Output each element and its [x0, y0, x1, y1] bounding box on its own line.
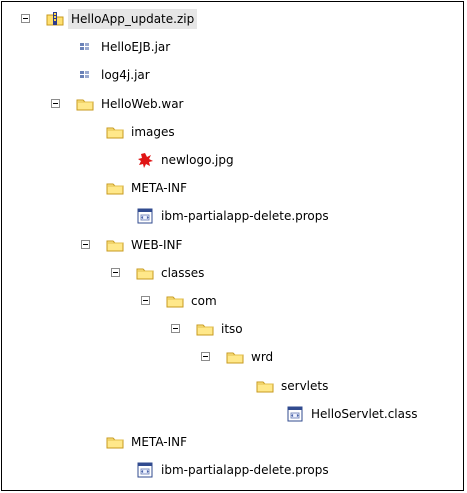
collapse-toggle[interactable]	[171, 324, 180, 334]
tree-node-label: META-INF	[131, 435, 188, 449]
folder-icon	[256, 378, 274, 394]
tree-node-label: ibm-partialapp-delete.props	[161, 463, 329, 478]
tree-node-label: ibm-partialapp-delete.props	[161, 209, 329, 224]
tree-node-label: META-INF	[131, 181, 188, 196]
tree-node-label: HelloServlet.class	[311, 406, 418, 421]
tree-node-label: HelloEJB.jar	[101, 40, 171, 55]
tree-node-label: newlogo.jpg	[161, 153, 234, 167]
tree-node[interactable]: com	[166, 290, 220, 312]
tree-node-label: HelloWeb.war	[101, 96, 184, 111]
folder-icon	[196, 321, 214, 337]
tree-node[interactable]: WEB-INF	[106, 234, 185, 256]
tree-node[interactable]: ibm-partialapp-delete.props	[136, 205, 332, 227]
tree-node[interactable]: itso	[196, 318, 246, 340]
tree-node-label: wrd	[251, 350, 274, 365]
tree-node[interactable]: ibm-partialapp-delete.props	[136, 459, 332, 481]
folder-icon	[76, 96, 94, 112]
folder-icon	[106, 237, 124, 253]
folder-icon	[226, 349, 244, 365]
collapse-toggle[interactable]	[201, 352, 210, 362]
tree-node[interactable]: classes	[136, 262, 207, 284]
tree-node-label: log4j.jar	[101, 68, 150, 83]
tree-node[interactable]: images	[106, 121, 178, 143]
collapse-toggle[interactable]	[141, 296, 150, 305]
tree-node[interactable]: HelloApp_update.zip	[46, 8, 198, 30]
folder-icon	[136, 265, 154, 281]
tree-node-label: itso	[221, 322, 243, 337]
tree-node[interactable]: META-INF	[106, 431, 190, 453]
tree-node[interactable]: newlogo.jpg	[136, 149, 237, 171]
tree-node-label: images	[131, 124, 175, 139]
folder-icon	[106, 180, 124, 196]
tree-node[interactable]: log4j.jar	[76, 64, 153, 86]
collapse-toggle[interactable]	[21, 14, 30, 23]
props-file-icon	[136, 462, 154, 478]
tree-node[interactable]: HelloWeb.war	[76, 93, 187, 115]
file-tree-panel: HelloApp_update.zip HelloEJB.jar log4j.jar…	[1, 1, 464, 491]
tree-node-label: classes	[161, 265, 205, 280]
tree-node[interactable]: META-INF	[106, 177, 190, 199]
tree-node-label: HelloApp_update.zip	[68, 9, 198, 29]
collapse-toggle[interactable]	[81, 239, 90, 249]
class-file-icon	[286, 406, 304, 422]
tree-node[interactable]: HelloEJB.jar	[76, 36, 173, 58]
folder-icon	[106, 434, 124, 450]
tree-node[interactable]: HelloServlet.class	[286, 403, 420, 425]
image-file-icon	[136, 152, 154, 168]
jar-file-icon	[76, 67, 94, 83]
collapse-toggle[interactable]	[51, 98, 60, 108]
props-file-icon	[136, 208, 154, 224]
tree-node-label: com	[191, 294, 217, 308]
zip-archive-icon	[46, 11, 64, 27]
collapse-toggle[interactable]	[111, 267, 120, 277]
tree-node-label: servlets	[281, 378, 329, 393]
folder-icon	[166, 293, 184, 309]
tree-node[interactable]: wrd	[226, 346, 276, 368]
folder-icon	[106, 124, 124, 140]
tree-node[interactable]: servlets	[256, 375, 331, 397]
jar-file-icon	[76, 39, 94, 55]
tree-node-label: WEB-INF	[131, 237, 183, 252]
